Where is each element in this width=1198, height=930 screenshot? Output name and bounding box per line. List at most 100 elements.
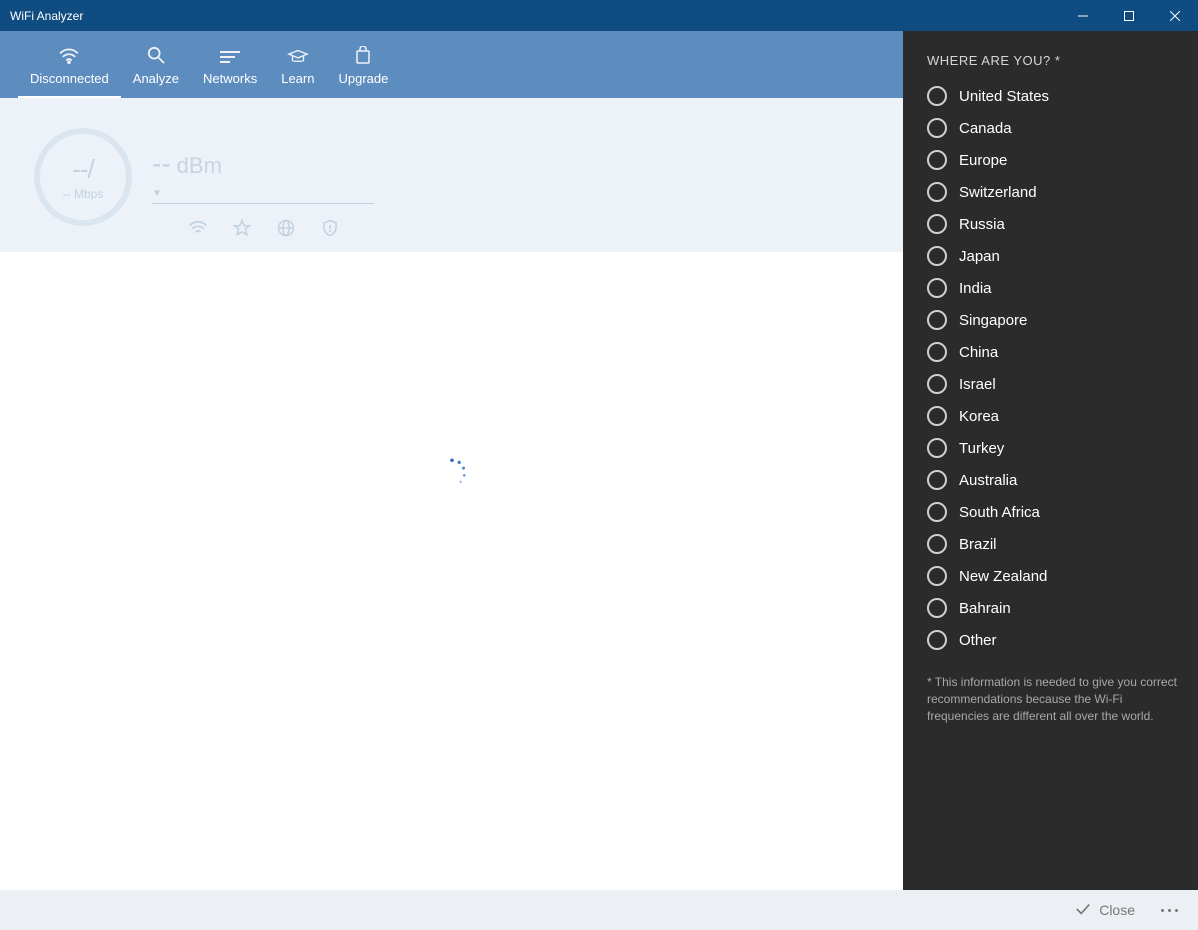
graduation-cap-icon	[287, 48, 309, 67]
gauge-speed: -- Mbps	[63, 187, 104, 201]
app-body: Disconnected Analyze Networks	[0, 31, 1198, 890]
radio-icon	[927, 470, 947, 490]
tab-label: Upgrade	[338, 71, 388, 86]
minimize-button[interactable]	[1060, 0, 1106, 31]
loading-spinner-icon	[434, 455, 470, 496]
radio-new-zealand[interactable]: New Zealand	[927, 566, 1178, 586]
close-label: Close	[1099, 902, 1135, 918]
tab-label: Analyze	[133, 71, 179, 86]
radio-icon	[927, 566, 947, 586]
radio-australia[interactable]: Australia	[927, 470, 1178, 490]
shield-icon[interactable]	[320, 218, 340, 238]
titlebar: WiFi Analyzer	[0, 0, 1198, 31]
footer-bar: Close	[0, 890, 1198, 930]
radio-label: Bahrain	[959, 600, 1011, 617]
radio-label: Switzerland	[959, 184, 1037, 201]
tab-label: Networks	[203, 71, 257, 86]
radio-icon	[927, 406, 947, 426]
radio-icon	[927, 182, 947, 202]
maximize-button[interactable]	[1106, 0, 1152, 31]
gauge-value: --/	[72, 154, 94, 185]
radio-europe[interactable]: Europe	[927, 150, 1178, 170]
divider	[152, 203, 374, 204]
window-title: WiFi Analyzer	[0, 9, 83, 23]
star-icon[interactable]	[232, 218, 252, 238]
radio-united-states[interactable]: United States	[927, 86, 1178, 106]
radio-label: United States	[959, 88, 1049, 105]
radio-russia[interactable]: Russia	[927, 214, 1178, 234]
radio-singapore[interactable]: Singapore	[927, 310, 1178, 330]
info-icons-row	[188, 218, 340, 238]
radio-japan[interactable]: Japan	[927, 246, 1178, 266]
radio-label: Singapore	[959, 312, 1027, 329]
radio-turkey[interactable]: Turkey	[927, 438, 1178, 458]
radio-icon	[927, 278, 947, 298]
radio-label: Brazil	[959, 536, 997, 553]
main-toolbar: Disconnected Analyze Networks	[0, 31, 903, 98]
radio-label: India	[959, 280, 992, 297]
radio-south-africa[interactable]: South Africa	[927, 502, 1178, 522]
radio-other[interactable]: Other	[927, 630, 1178, 650]
globe-icon[interactable]	[276, 218, 296, 238]
radio-israel[interactable]: Israel	[927, 374, 1178, 394]
radio-icon	[927, 630, 947, 650]
radio-canada[interactable]: Canada	[927, 118, 1178, 138]
radio-label: China	[959, 344, 998, 361]
radio-label: Australia	[959, 472, 1017, 489]
tab-networks[interactable]: Networks	[191, 31, 269, 98]
dot-icon	[1175, 909, 1178, 912]
radio-icon	[927, 502, 947, 522]
radio-icon	[927, 438, 947, 458]
panel-disclaimer: * This information is needed to give you…	[927, 674, 1178, 724]
radio-brazil[interactable]: Brazil	[927, 534, 1178, 554]
bag-icon	[355, 46, 371, 67]
speed-gauge: --/ -- Mbps	[34, 128, 132, 226]
radio-label: Korea	[959, 408, 999, 425]
chevron-down-icon[interactable]: ▼	[152, 188, 374, 199]
location-panel: WHERE ARE YOU? * United States Canada Eu…	[903, 31, 1198, 890]
close-window-button[interactable]	[1152, 0, 1198, 31]
radio-icon	[927, 374, 947, 394]
radio-china[interactable]: China	[927, 342, 1178, 362]
location-options: United States Canada Europe Switzerland …	[927, 86, 1178, 650]
radio-korea[interactable]: Korea	[927, 406, 1178, 426]
more-button[interactable]	[1155, 903, 1184, 918]
signal-dbm: -- dBm ▼	[152, 148, 374, 204]
panel-title: WHERE ARE YOU? *	[927, 53, 1178, 68]
dbm-unit: dBm	[177, 153, 222, 179]
tab-upgrade[interactable]: Upgrade	[326, 31, 400, 98]
magnifier-icon	[147, 46, 165, 67]
radio-label: Russia	[959, 216, 1005, 233]
radio-icon	[927, 86, 947, 106]
radio-bahrain[interactable]: Bahrain	[927, 598, 1178, 618]
dbm-value: --	[152, 148, 171, 180]
list-icon	[220, 50, 240, 67]
radio-label: Europe	[959, 152, 1007, 169]
radio-switzerland[interactable]: Switzerland	[927, 182, 1178, 202]
radio-icon	[927, 342, 947, 362]
tab-label: Disconnected	[30, 71, 109, 86]
signal-strength-icon[interactable]	[188, 218, 208, 238]
radio-label: Japan	[959, 248, 1000, 265]
radio-label: Other	[959, 632, 997, 649]
status-summary: --/ -- Mbps -- dBm ▼	[0, 98, 903, 252]
tab-disconnected[interactable]: Disconnected	[18, 31, 121, 98]
radio-label: South Africa	[959, 504, 1040, 521]
radio-label: Canada	[959, 120, 1012, 137]
dot-icon	[1161, 909, 1164, 912]
radio-icon	[927, 310, 947, 330]
tab-learn[interactable]: Learn	[269, 31, 326, 98]
radio-icon	[927, 598, 947, 618]
radio-label: New Zealand	[959, 568, 1047, 585]
radio-icon	[927, 534, 947, 554]
left-column: Disconnected Analyze Networks	[0, 31, 903, 890]
content-area	[0, 252, 903, 890]
dot-icon	[1168, 909, 1171, 912]
radio-icon	[927, 118, 947, 138]
tab-label: Learn	[281, 71, 314, 86]
close-panel-button[interactable]: Close	[1075, 902, 1135, 919]
radio-icon	[927, 246, 947, 266]
tab-analyze[interactable]: Analyze	[121, 31, 191, 98]
radio-india[interactable]: India	[927, 278, 1178, 298]
window-controls	[1060, 0, 1198, 31]
